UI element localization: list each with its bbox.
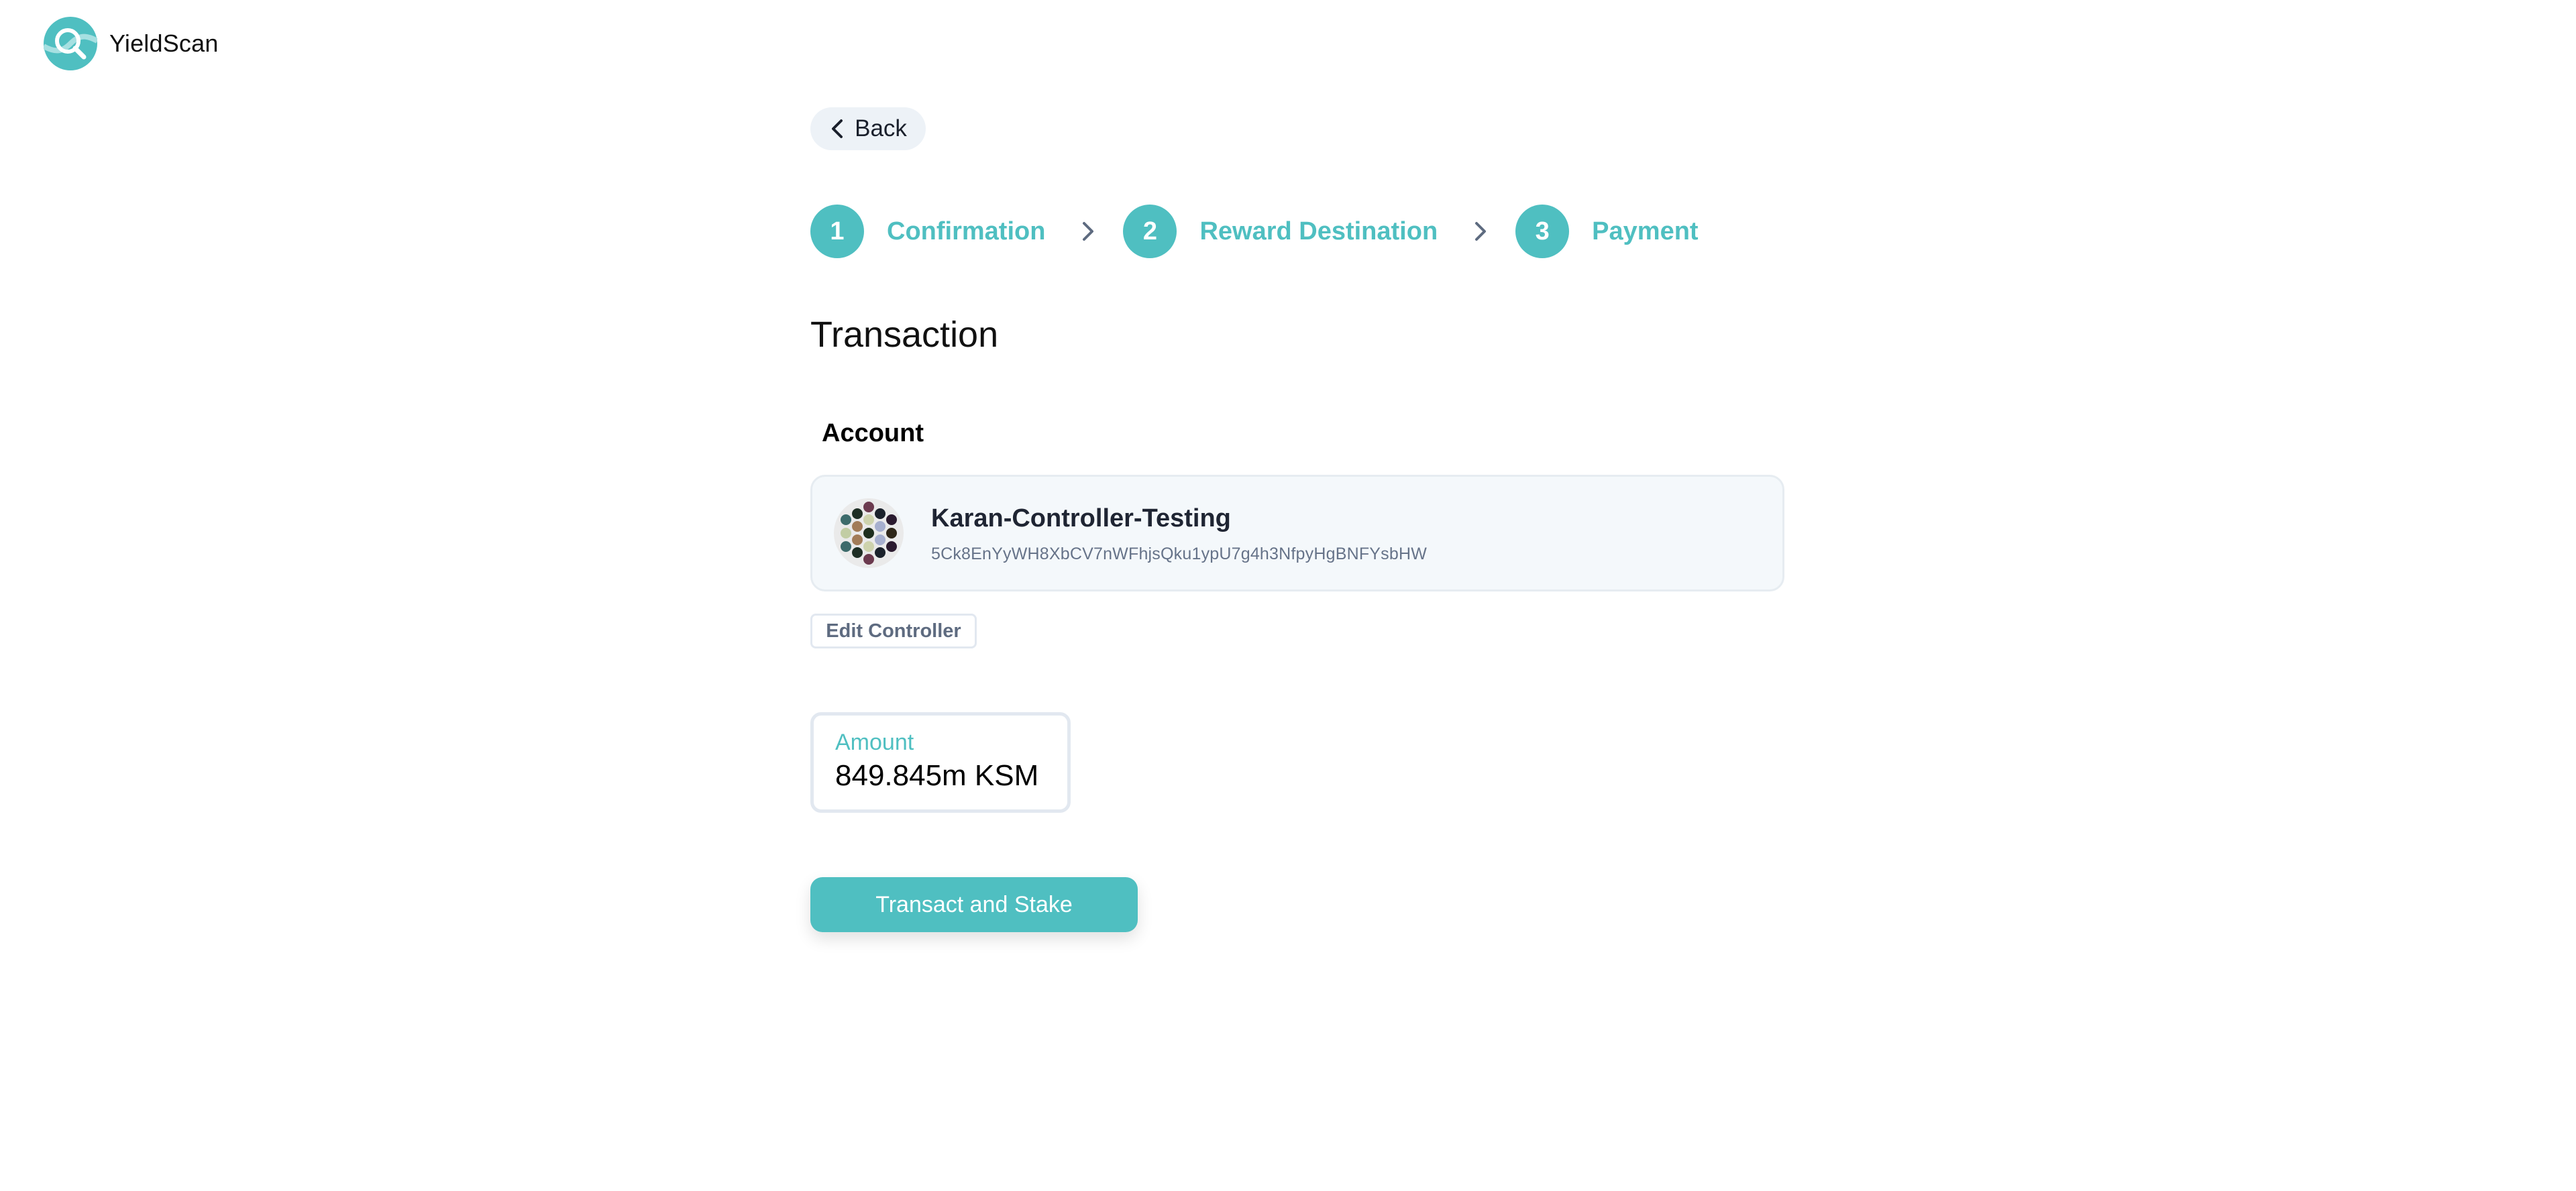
amount-value: 849.845m KSM bbox=[835, 759, 1039, 792]
page-title: Transaction bbox=[810, 315, 999, 355]
step-label: Reward Destination bbox=[1199, 217, 1438, 245]
step-number: 3 bbox=[1515, 205, 1570, 258]
progress-stepper: 1 Confirmation 2 Reward Destination 3 Pa… bbox=[810, 205, 1699, 258]
account-section-label: Account bbox=[822, 419, 924, 447]
step-payment[interactable]: 3 Payment bbox=[1515, 205, 1699, 258]
step-reward-destination[interactable]: 2 Reward Destination bbox=[1123, 205, 1438, 258]
chevron-left-icon bbox=[832, 119, 843, 138]
step-label: Confirmation bbox=[887, 217, 1046, 245]
back-button[interactable]: Back bbox=[810, 107, 926, 150]
app-logo[interactable]: YieldScan bbox=[44, 17, 219, 70]
account-card bbox=[810, 475, 1784, 591]
identicon-avatar-icon bbox=[834, 498, 904, 568]
back-label: Back bbox=[855, 115, 907, 141]
account-address: 5Ck8EnYyWH8XbCV7nWFhjsQku1ypU7g4h3NfpyHg… bbox=[931, 545, 1428, 563]
account-name: Karan-Controller-Testing bbox=[931, 504, 1231, 532]
edit-controller-button[interactable]: Edit Controller bbox=[810, 614, 977, 648]
app-name: YieldScan bbox=[109, 30, 219, 57]
step-number: 1 bbox=[810, 205, 864, 258]
yieldscan-logo-icon bbox=[44, 17, 97, 70]
transact-and-stake-button[interactable]: Transact and Stake bbox=[810, 877, 1138, 932]
chevron-right-icon bbox=[1472, 219, 1489, 243]
step-label: Payment bbox=[1592, 217, 1699, 245]
step-confirmation[interactable]: 1 Confirmation bbox=[810, 205, 1045, 258]
amount-label: Amount bbox=[835, 730, 914, 755]
chevron-right-icon bbox=[1080, 219, 1096, 243]
step-number: 2 bbox=[1123, 205, 1177, 258]
